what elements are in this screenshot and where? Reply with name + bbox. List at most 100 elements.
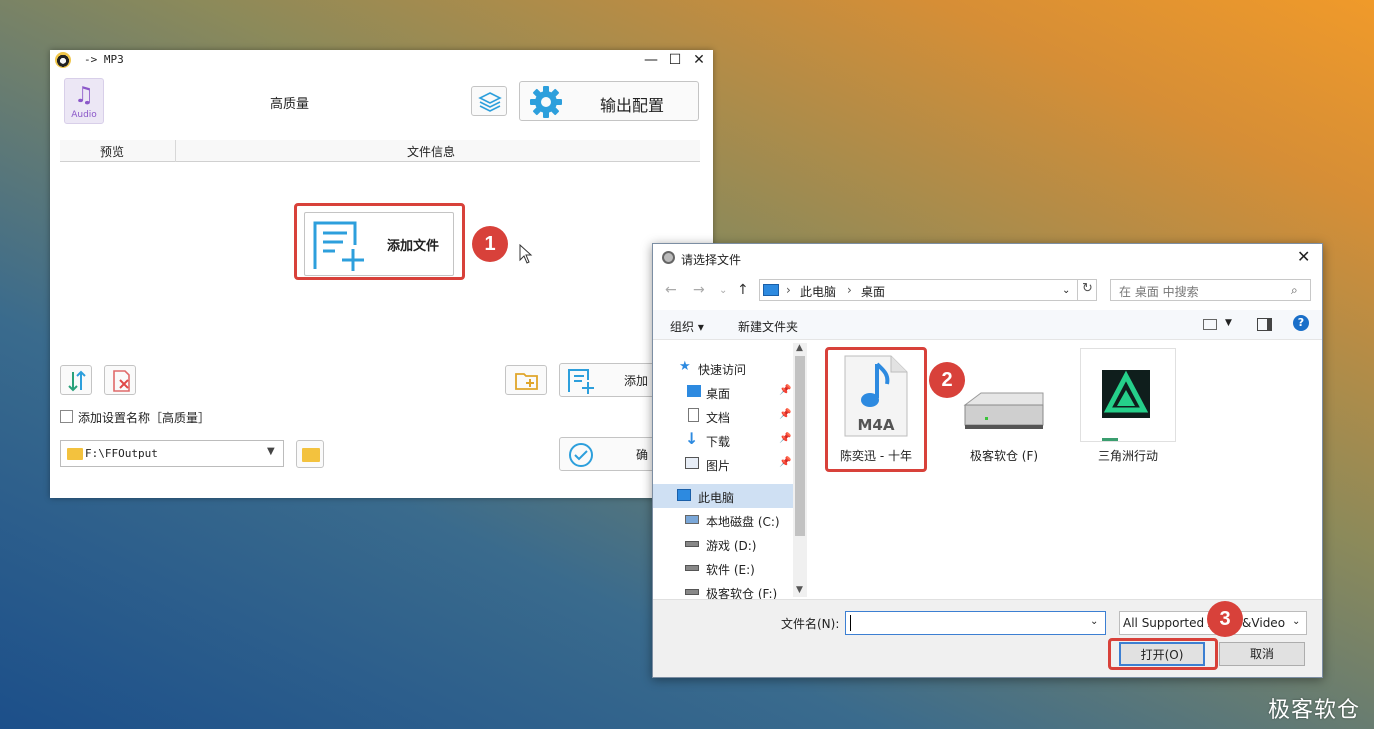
help-icon[interactable]: ? bbox=[1293, 315, 1309, 331]
desktop-icon bbox=[687, 385, 701, 397]
addr-crumb-desktop[interactable]: 桌面 bbox=[861, 283, 885, 300]
output-config-button[interactable]: 输出配置 bbox=[519, 81, 699, 121]
add-folder-button[interactable] bbox=[505, 365, 547, 395]
confirm-label: 确 bbox=[636, 448, 649, 462]
this-pc-icon bbox=[677, 489, 691, 501]
maximize-icon[interactable]: ☐ bbox=[664, 50, 686, 70]
add-file-small-icon bbox=[568, 369, 594, 394]
add-setting-name-checkbox[interactable] bbox=[60, 410, 73, 423]
preview-pane-icon[interactable] bbox=[1257, 318, 1272, 331]
view-dropdown-icon[interactable]: ▼ bbox=[1225, 318, 1232, 328]
addr-sep-icon: › bbox=[847, 283, 852, 297]
layers-button[interactable] bbox=[471, 86, 507, 116]
add-file-icon bbox=[313, 221, 364, 271]
recent-chevron-icon[interactable]: ⌄ bbox=[719, 285, 727, 296]
filename-label: 文件名(N): bbox=[781, 617, 840, 631]
audio-label: Audio bbox=[71, 110, 97, 120]
addr-sep-icon: › bbox=[786, 283, 791, 297]
remove-file-icon bbox=[113, 370, 130, 392]
sidebar-item-drive-c[interactable]: 本地磁盘 (C:) bbox=[653, 508, 793, 532]
pin-icon: 📌 bbox=[779, 409, 792, 420]
text-caret bbox=[850, 615, 851, 631]
refresh-icon[interactable]: ↻ bbox=[1077, 279, 1097, 301]
close-icon[interactable]: ✕ bbox=[688, 50, 710, 70]
quality-label: 高质量 bbox=[270, 97, 310, 112]
add-file-button[interactable]: 添加文件 bbox=[304, 212, 454, 276]
dialog-toolbar: 组织 ▾ 新建文件夹 ▼ ? bbox=[653, 310, 1322, 340]
sidebar-item-quick-access[interactable]: ★ 快速访问 bbox=[653, 356, 793, 380]
filter-dropdown-icon: ⌄ bbox=[1292, 616, 1301, 627]
download-arrow-icon: ↓ bbox=[685, 429, 699, 448]
filename-dropdown-icon[interactable]: ⌄ bbox=[1090, 616, 1098, 627]
folder-icon bbox=[67, 448, 83, 460]
check-circle-icon bbox=[569, 443, 593, 467]
step-badge-2: 2 bbox=[929, 362, 965, 398]
drive-e-icon bbox=[685, 565, 699, 571]
drive-f-icon bbox=[685, 589, 699, 595]
forward-arrow-icon[interactable]: → bbox=[693, 282, 705, 298]
cancel-button[interactable]: 取消 bbox=[1219, 642, 1305, 666]
organize-menu[interactable]: 组织 ▾ bbox=[670, 318, 704, 335]
file-table-header: 预览 文件信息 bbox=[60, 140, 700, 162]
pin-icon: 📌 bbox=[779, 385, 792, 396]
browse-folder-button[interactable] bbox=[296, 440, 324, 468]
file-name-label: 三角洲行动 bbox=[1097, 449, 1158, 463]
step-badge-1: 1 bbox=[472, 226, 508, 262]
sidebar-item-desktop[interactable]: 桌面 📌 bbox=[653, 380, 793, 404]
add-folder-icon bbox=[515, 373, 538, 390]
sidebar-item-downloads[interactable]: ↓ 下载 📌 bbox=[653, 428, 793, 452]
col-divider bbox=[175, 140, 176, 162]
addr-crumb-pc[interactable]: 此电脑 bbox=[800, 283, 836, 300]
remove-button[interactable] bbox=[104, 365, 136, 395]
converter-window: -> MP3 — ☐ ✕ ♫ Audio 高质量 输出配置 预览 文件信息 添加… bbox=[50, 50, 713, 498]
sidebar-item-documents[interactable]: 文档 📌 bbox=[653, 404, 793, 428]
filename-input[interactable]: ⌄ bbox=[845, 611, 1106, 635]
converter-header: ♫ Audio 高质量 输出配置 bbox=[50, 70, 713, 134]
app-icon bbox=[55, 52, 71, 68]
search-icon: ⌕ bbox=[1291, 283, 1298, 297]
file-item-m4a[interactable]: M4A 陈奕迅 - 十年 bbox=[829, 351, 923, 469]
col-fileinfo: 文件信息 bbox=[407, 145, 456, 159]
hard-drive-icon bbox=[963, 392, 1044, 429]
sort-button[interactable] bbox=[60, 365, 92, 395]
addr-dropdown-icon[interactable]: ⌄ bbox=[1062, 285, 1070, 296]
output-path-value: F:\FFOutput bbox=[85, 447, 158, 460]
dialog-title: 请选择文件 bbox=[681, 253, 742, 267]
file-name-label: 极客软仓 (F) bbox=[969, 449, 1039, 463]
col-preview: 预览 bbox=[100, 145, 125, 159]
nav-sidebar: ★ 快速访问 桌面 📌 文档 📌 ↓ 下载 📌 图片 📌 此电脑 本地磁盘 (C… bbox=[653, 341, 807, 601]
filter-value: All Supported Audio&Video bbox=[1123, 616, 1286, 630]
open-button[interactable]: 打开(O) bbox=[1119, 642, 1205, 666]
dialog-close-icon[interactable]: ✕ bbox=[1297, 247, 1310, 266]
pin-icon: 📌 bbox=[779, 457, 792, 468]
minimize-icon[interactable]: — bbox=[640, 50, 662, 70]
sidebar-item-pictures[interactable]: 图片 📌 bbox=[653, 452, 793, 476]
file-item-game-shortcut[interactable]: 三角洲行动 bbox=[1080, 348, 1176, 466]
drive-d-icon bbox=[685, 541, 699, 547]
mouse-cursor-icon bbox=[519, 244, 533, 264]
sidebar-scroll-thumb[interactable] bbox=[795, 356, 805, 536]
add-file-small-label: 添加 bbox=[624, 374, 649, 388]
m4a-type-label: M4A bbox=[857, 416, 895, 434]
scroll-up-icon[interactable]: ▲ bbox=[796, 343, 803, 353]
sidebar-item-drive-e[interactable]: 软件 (E:) bbox=[653, 556, 793, 580]
address-bar[interactable]: › 此电脑 › 桌面 ⌄ bbox=[759, 279, 1097, 301]
output-path-select[interactable]: F:\FFOutput ▼ bbox=[60, 440, 284, 467]
layers-icon bbox=[478, 92, 502, 112]
back-arrow-icon[interactable]: ← bbox=[665, 282, 677, 298]
view-mode-icon[interactable] bbox=[1203, 319, 1217, 330]
audio-format-icon[interactable]: ♫ Audio bbox=[64, 78, 104, 124]
new-folder-button[interactable]: 新建文件夹 bbox=[738, 318, 798, 335]
sidebar-item-drive-d[interactable]: 游戏 (D:) bbox=[653, 532, 793, 556]
chevron-down-icon: ▼ bbox=[267, 446, 275, 457]
computer-icon bbox=[763, 284, 779, 296]
up-arrow-icon[interactable]: ↑ bbox=[737, 282, 749, 298]
sidebar-item-this-pc[interactable]: 此电脑 bbox=[653, 484, 793, 508]
step-badge-3: 3 bbox=[1207, 601, 1243, 637]
file-item-drive-f[interactable]: 极客软仓 (F) bbox=[957, 351, 1051, 469]
converter-titlebar: -> MP3 — ☐ ✕ bbox=[50, 50, 713, 70]
search-input[interactable]: 在 桌面 中搜索 ⌕ bbox=[1110, 279, 1311, 301]
scroll-down-icon[interactable]: ▼ bbox=[796, 585, 803, 595]
dialog-app-icon bbox=[662, 251, 675, 264]
picture-icon bbox=[685, 457, 699, 469]
